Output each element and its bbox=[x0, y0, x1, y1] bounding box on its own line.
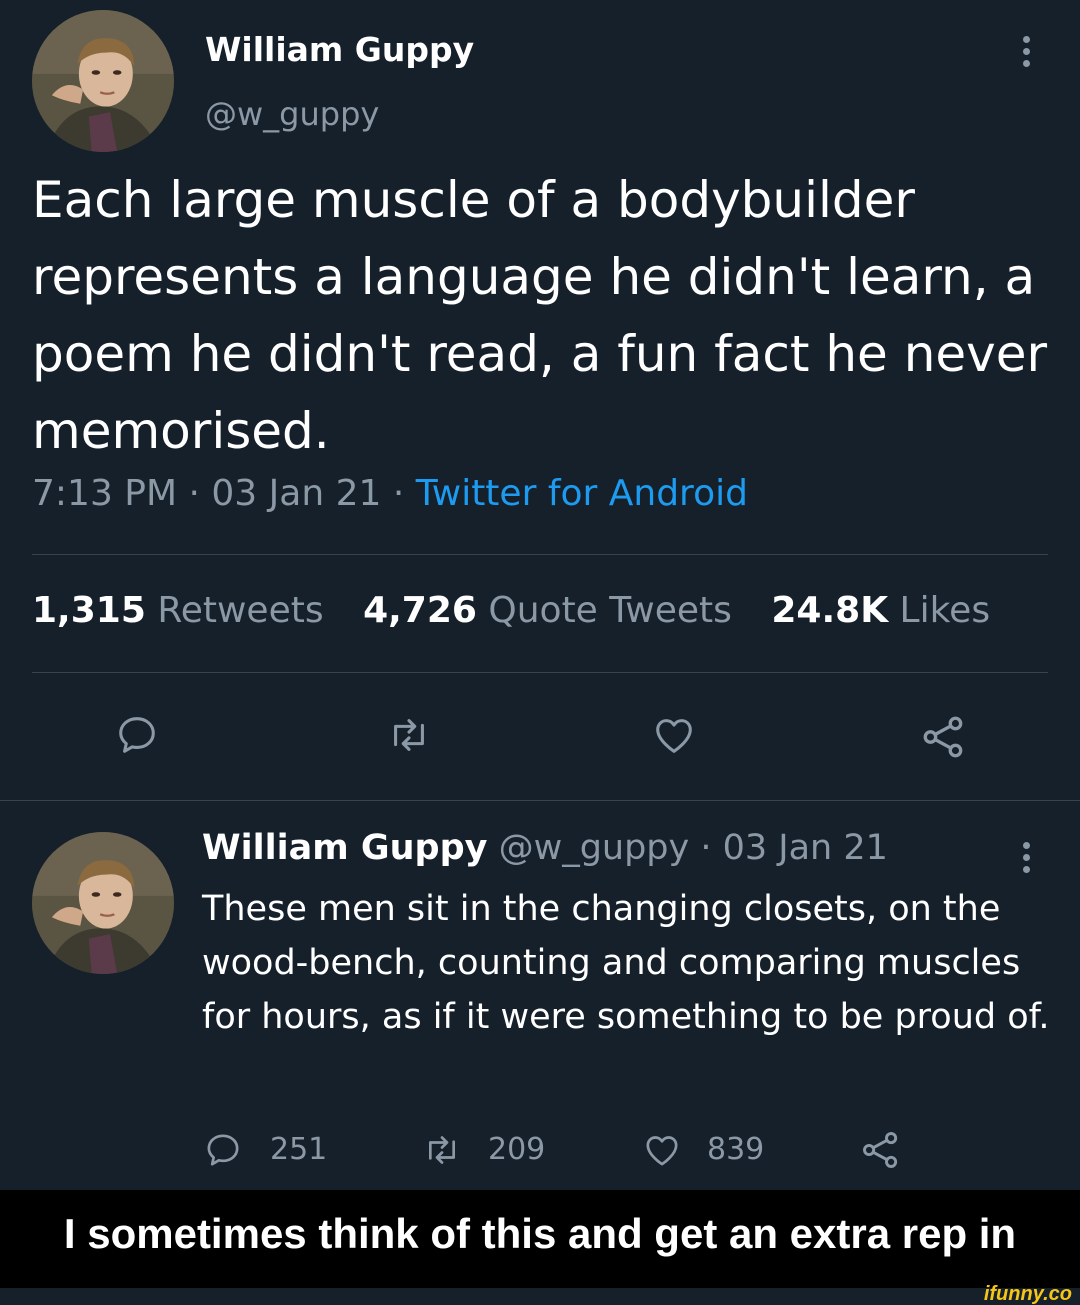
avatar-portrait-image bbox=[32, 10, 174, 152]
avatar-portrait-image bbox=[32, 832, 174, 974]
retweet-icon[interactable] bbox=[420, 1130, 464, 1170]
reply-author-avatar[interactable] bbox=[32, 832, 174, 974]
quotes-label[interactable]: Quote Tweets bbox=[488, 590, 732, 631]
tweet-stats: 1,315 Retweets 4,726 Quote Tweets 24.8K … bbox=[32, 590, 990, 631]
share-icon[interactable] bbox=[918, 712, 970, 762]
more-icon[interactable] bbox=[1020, 36, 1032, 72]
divider bbox=[32, 554, 1048, 555]
like-icon[interactable] bbox=[640, 1130, 684, 1170]
tweet-meta: 7:13 PM · 03 Jan 21 · Twitter for Androi… bbox=[32, 473, 748, 514]
divider bbox=[0, 800, 1080, 801]
meme-caption: I sometimes think of this and get an ext… bbox=[63, 1210, 1017, 1257]
like-icon[interactable] bbox=[650, 712, 698, 758]
share-icon[interactable] bbox=[858, 1128, 904, 1172]
reply-replies-count[interactable]: 251 bbox=[270, 1132, 327, 1167]
retweets-label[interactable]: Retweets bbox=[157, 590, 323, 631]
likes-label[interactable]: Likes bbox=[900, 590, 991, 631]
reply-text: These men sit in the changing closets, o… bbox=[202, 889, 1050, 1037]
divider bbox=[32, 672, 1048, 673]
more-icon[interactable] bbox=[1020, 842, 1032, 878]
author-avatar[interactable] bbox=[32, 10, 174, 152]
tweet-timestamp: 7:13 PM · 03 Jan 21 · bbox=[32, 473, 416, 514]
reply-likes-count[interactable]: 839 bbox=[707, 1132, 764, 1167]
ifunny-watermark: ifunny.co bbox=[983, 1283, 1072, 1305]
retweets-count[interactable]: 1,315 bbox=[32, 590, 146, 631]
quotes-count[interactable]: 4,726 bbox=[363, 590, 477, 631]
tweet-source-link[interactable]: Twitter for Android bbox=[416, 473, 748, 514]
author-name[interactable]: William Guppy bbox=[205, 30, 474, 69]
reply-header: William Guppy @w_guppy · 03 Jan 21 bbox=[202, 828, 888, 868]
reply-icon[interactable] bbox=[114, 712, 160, 758]
tweet-text: Each large muscle of a bodybuilder repre… bbox=[32, 171, 1048, 460]
reply-retweets-count[interactable]: 209 bbox=[488, 1132, 545, 1167]
reply-author-name[interactable]: William Guppy bbox=[202, 828, 487, 868]
reply-handle-date[interactable]: @w_guppy · 03 Jan 21 bbox=[487, 828, 888, 868]
bottom-strip bbox=[0, 1288, 1080, 1305]
author-handle[interactable]: @w_guppy bbox=[205, 95, 379, 133]
retweet-icon[interactable] bbox=[385, 712, 433, 758]
reply-icon[interactable] bbox=[202, 1130, 244, 1170]
likes-count[interactable]: 24.8K bbox=[771, 590, 888, 631]
